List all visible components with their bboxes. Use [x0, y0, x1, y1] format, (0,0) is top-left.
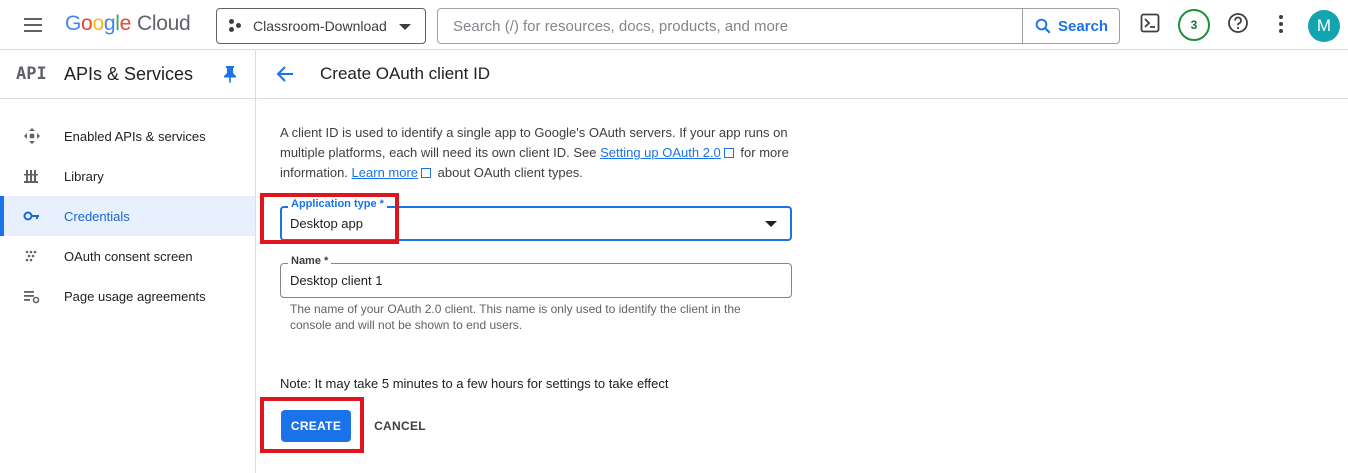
- logo-product: Cloud: [136, 12, 191, 35]
- library-icon: [24, 170, 38, 183]
- sidebar-item-label: Enabled APIs & services: [64, 128, 206, 144]
- logo-letter: o: [81, 12, 93, 35]
- name-hint: The name of your OAuth 2.0 client. This …: [290, 302, 741, 332]
- name-field[interactable]: Name * Desktop client 1: [280, 255, 792, 298]
- external-link-icon: [723, 148, 734, 158]
- sidebar-item-enabled-apis[interactable]: Enabled APIs & services: [0, 116, 255, 156]
- search-input[interactable]: [438, 9, 1022, 43]
- search-button[interactable]: Search: [1022, 9, 1119, 43]
- project-name: Classroom-Download: [253, 18, 387, 34]
- help-icon[interactable]: [1227, 12, 1249, 34]
- dropdown-arrow-icon: [765, 221, 777, 227]
- move-icon: [24, 128, 40, 144]
- application-type-value: Desktop app: [290, 216, 363, 231]
- google-cloud-logo[interactable]: Google Cloud: [65, 12, 191, 36]
- sidebar-item-label: Page usage agreements: [64, 288, 206, 304]
- sidebar: API APIs & Services Enabled APIs & servi…: [0, 50, 256, 473]
- name-label: Name *: [288, 255, 332, 267]
- page-title: Create OAuth client ID: [320, 64, 491, 83]
- more-vert-icon[interactable]: [1277, 14, 1285, 34]
- logo-letter: G: [65, 12, 82, 35]
- api-logo: API: [16, 64, 47, 84]
- logo-letter: g: [103, 12, 116, 35]
- sidebar-title: APIs & Services: [64, 64, 194, 84]
- sidebar-item-page-usage[interactable]: Page usage agreements: [0, 276, 255, 316]
- application-type-select[interactable]: Application type * Desktop app: [280, 198, 792, 241]
- project-icon: [229, 19, 243, 33]
- menu-icon[interactable]: [22, 15, 44, 35]
- settings-note: Note: It may take 5 minutes to a few hou…: [280, 376, 669, 391]
- project-selector[interactable]: Classroom-Download: [216, 8, 426, 44]
- search-icon: [1035, 18, 1051, 34]
- key-icon: [23, 211, 39, 221]
- application-type-label: Application type *: [288, 198, 387, 210]
- search-bar: Search: [437, 8, 1120, 44]
- cloud-shell-icon[interactable]: [1140, 13, 1160, 33]
- learn-more-link[interactable]: Learn more: [352, 165, 418, 180]
- description: A client ID is used to identify a single…: [280, 123, 800, 183]
- name-value: Desktop client 1: [290, 273, 383, 288]
- logo-letter: e: [119, 12, 132, 35]
- create-button[interactable]: CREATE: [281, 410, 351, 442]
- logo-letter: o: [92, 12, 104, 35]
- top-bar: GoogleCloud Classroom-Download Search 3 …: [0, 0, 1348, 50]
- consent-icon: [25, 250, 37, 262]
- pin-icon[interactable]: [223, 65, 237, 83]
- settings-list-icon: [24, 291, 40, 304]
- sidebar-header: API APIs & Services: [0, 50, 255, 99]
- avatar[interactable]: M: [1308, 10, 1340, 42]
- sidebar-item-label: Library: [64, 168, 104, 184]
- sidebar-item-oauth-consent[interactable]: OAuth consent screen: [0, 236, 255, 276]
- sidebar-item-label: Credentials: [64, 208, 130, 224]
- sidebar-item-label: OAuth consent screen: [64, 248, 193, 264]
- description-text: about OAuth client types.: [437, 165, 583, 180]
- sidebar-item-library[interactable]: Library: [0, 156, 255, 196]
- chevron-down-icon: [399, 24, 411, 30]
- main-content: Create OAuth client ID A client ID is us…: [257, 50, 1348, 473]
- cancel-button[interactable]: CANCEL: [365, 410, 435, 442]
- back-arrow-icon[interactable]: [275, 64, 295, 84]
- search-button-label: Search: [1057, 17, 1109, 35]
- setting-up-oauth-link[interactable]: Setting up OAuth 2.0: [600, 145, 721, 160]
- external-link-icon: [421, 168, 432, 178]
- page-header: Create OAuth client ID: [257, 50, 1348, 99]
- sidebar-item-credentials[interactable]: Credentials: [0, 196, 255, 236]
- notification-badge[interactable]: 3: [1178, 9, 1210, 41]
